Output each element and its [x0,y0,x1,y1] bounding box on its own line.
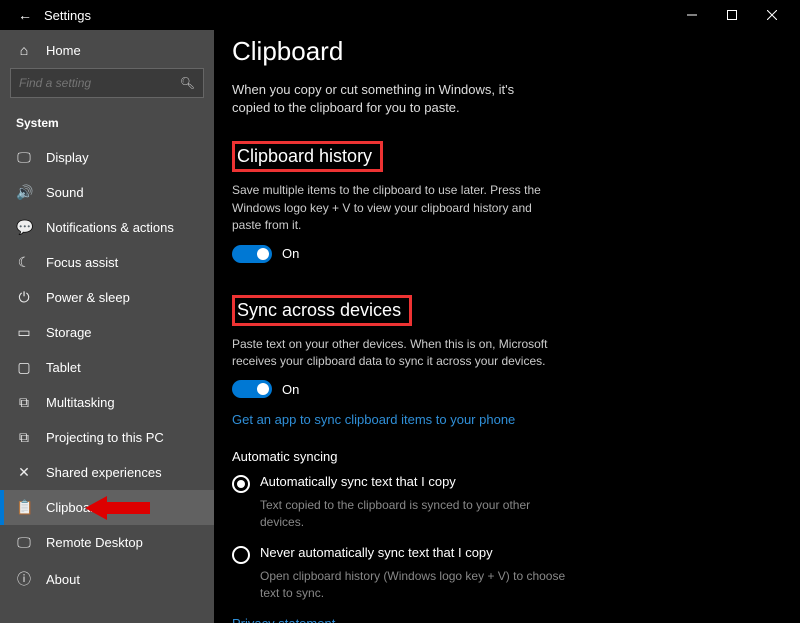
sync-toggle[interactable] [232,380,272,398]
sync-toggle-label: On [282,382,299,397]
sidebar-item-multitasking[interactable]: ⧉ Multitasking [0,385,214,420]
clipboard-history-heading: Clipboard history [237,146,372,167]
sidebar-item-label: Display [46,150,89,165]
clipboard-history-toggle-label: On [282,246,299,261]
back-button[interactable]: ← [18,7,32,23]
sidebar-item-tablet[interactable]: ▢ Tablet [0,350,214,385]
clipboard-icon: 📋 [16,499,32,516]
page-intro: When you copy or cut something in Window… [232,81,552,117]
sidebar-item-label: Multitasking [46,395,115,410]
sidebar-item-clipboard[interactable]: 📋 Clipboard [0,490,214,525]
tablet-icon: ▢ [16,359,32,376]
sidebar-item-label: Tablet [46,360,81,375]
window-title: Settings [44,8,91,23]
multitasking-icon: ⧉ [16,394,32,411]
sidebar-item-shared[interactable]: ✕ Shared experiences [0,455,214,490]
home-button[interactable]: ⌂ Home [0,36,214,68]
automatic-syncing-heading: Automatic syncing [232,449,776,464]
privacy-link[interactable]: Privacy statement [232,616,335,623]
sidebar-item-label: Shared experiences [46,465,162,480]
highlight-box-sync: Sync across devices [232,295,412,326]
sidebar-item-sound[interactable]: 🔊 Sound [0,175,214,210]
sidebar-item-label: Storage [46,325,92,340]
focus-assist-icon: ☾ [16,254,32,271]
home-label: Home [46,43,81,58]
radio-never-sync-input[interactable] [232,546,250,564]
storage-icon: ▭ [16,324,32,341]
page-title: Clipboard [232,36,776,67]
maximize-button[interactable] [712,1,752,29]
radio-never-sync[interactable]: Never automatically sync text that I cop… [232,545,776,564]
sidebar-item-label: Remote Desktop [46,535,143,550]
radio-never-sync-label: Never automatically sync text that I cop… [260,545,493,560]
notifications-icon: 💬 [16,219,32,236]
sync-app-link[interactable]: Get an app to sync clipboard items to yo… [232,412,515,427]
sidebar-item-label: Power & sleep [46,290,130,305]
sidebar-item-focus-assist[interactable]: ☾ Focus assist [0,245,214,280]
sync-heading: Sync across devices [237,300,401,321]
clipboard-history-toggle[interactable] [232,245,272,263]
sidebar-item-label: Focus assist [46,255,118,270]
sync-desc: Paste text on your other devices. When t… [232,336,552,371]
sidebar-item-display[interactable]: 🖵 Display [0,140,214,175]
display-icon: 🖵 [16,149,32,166]
remote-desktop-icon: 🖵 [16,534,32,551]
sidebar-item-storage[interactable]: ▭ Storage [0,315,214,350]
search-icon: 🔍︎ [180,76,195,90]
radio-never-sync-sub: Open clipboard history (Windows logo key… [260,568,570,602]
sidebar-item-power[interactable]: ⏻ Power & sleep [0,280,214,315]
sidebar-item-label: About [46,572,80,587]
close-button[interactable] [752,1,792,29]
sidebar-item-label: Notifications & actions [46,220,174,235]
sidebar-item-projecting[interactable]: ⧉ Projecting to this PC [0,420,214,455]
sidebar-item-label: Sound [46,185,84,200]
search-box[interactable]: 🔍︎ [10,68,204,98]
sidebar-item-about[interactable]: ⓘ About [0,560,214,598]
shared-icon: ✕ [16,464,32,481]
titlebar: ← Settings [0,0,800,30]
radio-auto-sync-sub: Text copied to the clipboard is synced t… [260,497,570,531]
minimize-button[interactable] [672,1,712,29]
sidebar-section-label: System [0,110,214,140]
radio-auto-sync[interactable]: Automatically sync text that I copy [232,474,776,493]
sidebar-item-notifications[interactable]: 💬 Notifications & actions [0,210,214,245]
projecting-icon: ⧉ [16,429,32,446]
sidebar-item-remote-desktop[interactable]: 🖵 Remote Desktop [0,525,214,560]
sound-icon: 🔊 [16,184,32,201]
clipboard-history-desc: Save multiple items to the clipboard to … [232,182,552,234]
radio-auto-sync-input[interactable] [232,475,250,493]
content-pane: Clipboard When you copy or cut something… [214,30,800,623]
sidebar-item-label: Clipboard [46,500,102,515]
power-icon: ⏻ [16,289,32,306]
sidebar: ⌂ Home 🔍︎ System 🖵 Display 🔊 Sound 💬 Not… [0,30,214,623]
home-icon: ⌂ [16,42,32,58]
radio-auto-sync-label: Automatically sync text that I copy [260,474,456,489]
sidebar-item-label: Projecting to this PC [46,430,164,445]
about-icon: ⓘ [16,569,32,589]
highlight-box-history: Clipboard history [232,141,383,172]
search-input[interactable] [19,76,180,90]
